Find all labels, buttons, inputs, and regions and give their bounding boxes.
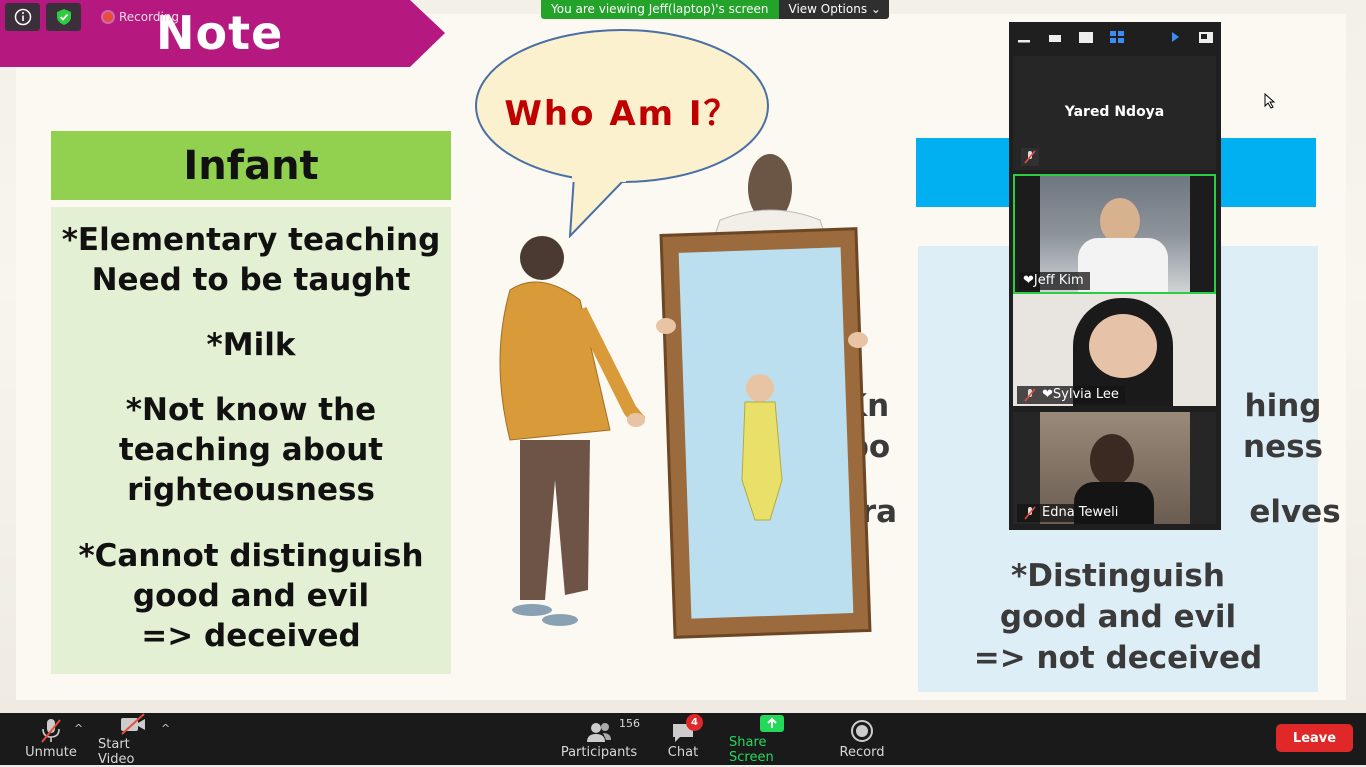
mature-line: *Distinguish <box>1011 558 1225 594</box>
chevron-down-icon: ⌄ <box>870 2 881 16</box>
infant-line: *Cannot distinguish <box>78 538 424 574</box>
participant-name-tag: Edna Teweli <box>1017 504 1125 522</box>
bubble-text: Who Am I？ <box>504 94 740 134</box>
audio-options-caret-icon[interactable]: ^ <box>74 722 83 735</box>
infant-line: => deceived <box>141 618 361 654</box>
infant-heading: Infant <box>51 131 451 200</box>
participant-name: Yared Ndoya <box>1064 104 1165 120</box>
start-video-button[interactable]: Start Video <box>98 713 168 767</box>
mature-line: good and evil <box>999 599 1237 635</box>
video-tile-jeff[interactable]: ❤Jeff Kim <box>1013 174 1216 294</box>
video-options-caret-icon[interactable]: ^ <box>161 722 170 735</box>
viewing-status: You are viewing Jeff(laptop)'s screen <box>541 0 779 19</box>
participants-icon <box>587 723 611 742</box>
video-tile-edna[interactable]: Edna Teweli <box>1013 412 1216 524</box>
next-page-icon[interactable] <box>1167 30 1184 44</box>
infant-line: teaching about <box>118 432 384 468</box>
gallery-view-icon[interactable] <box>1108 30 1125 44</box>
infant-line: *Elementary teaching <box>61 222 441 258</box>
meeting-info-toolbar <box>5 3 81 31</box>
infant-line: righteousness <box>127 472 375 508</box>
chat-unread-badge: 4 <box>686 714 703 731</box>
gallery-toolbar <box>1009 22 1221 52</box>
leave-button[interactable]: Leave <box>1276 724 1353 752</box>
record-icon <box>851 720 873 742</box>
recording-indicator[interactable]: Recording <box>103 10 179 24</box>
mature-line: => not deceived <box>973 640 1263 676</box>
participant-name-tag: ❤Sylvia Lee <box>1017 386 1125 404</box>
unmute-button[interactable]: Unmute <box>22 713 80 765</box>
share-screen-button[interactable]: Share Screen <box>729 713 815 765</box>
infant-line: *Milk <box>206 327 296 363</box>
infant-description: *Elementary teaching Need to be taught *… <box>51 207 451 674</box>
participant-name-tag: ❤Jeff Kim <box>1019 272 1090 290</box>
shield-icon <box>56 9 71 25</box>
muted-mic-icon <box>1021 504 1039 522</box>
video-gallery-panel: Yared Ndoya ❤Jeff Kim ❤Sylvia Lee Edna T… <box>1009 22 1221 530</box>
view-options-button[interactable]: View Options ⌄ <box>778 0 889 19</box>
infant-line: good and evil <box>132 578 370 614</box>
thumbnail-view-icon[interactable] <box>1046 30 1063 44</box>
info-icon <box>14 8 31 26</box>
infant-line: *Not know the <box>125 392 377 428</box>
share-screen-icon <box>760 715 784 732</box>
video-off-icon <box>121 713 145 735</box>
record-button[interactable]: Record <box>838 713 886 765</box>
viewing-banner: You are viewing Jeff(laptop)'s screen Vi… <box>541 0 889 19</box>
speaker-view-icon[interactable] <box>1077 30 1094 44</box>
participants-count: 156 <box>619 717 640 730</box>
muted-mic-icon <box>1021 386 1039 404</box>
video-tile-sylvia[interactable]: ❤Sylvia Lee <box>1013 294 1216 406</box>
recording-dot-icon <box>103 12 113 22</box>
exit-panel-icon[interactable] <box>1198 30 1215 44</box>
mirror-illustration <box>499 154 872 639</box>
muted-mic-icon <box>41 719 61 743</box>
info-button[interactable] <box>5 3 40 31</box>
infant-line: Need to be taught <box>91 262 411 298</box>
cursor-icon <box>1264 93 1276 109</box>
muted-mic-icon <box>1021 148 1039 166</box>
video-tile-yared[interactable]: Yared Ndoya <box>1013 56 1216 170</box>
security-button[interactable] <box>46 3 81 31</box>
minimize-icon[interactable] <box>1015 30 1032 44</box>
meeting-controls-bar: Unmute ^ Start Video ^ Participants 156 … <box>0 713 1366 767</box>
